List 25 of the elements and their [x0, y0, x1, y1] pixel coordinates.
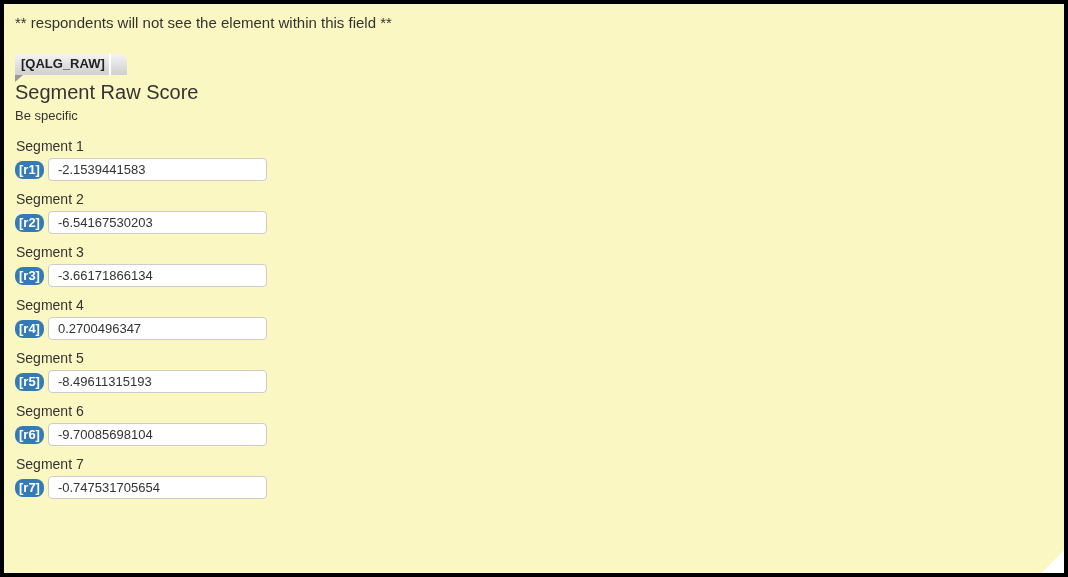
- row-code-badge: [r5]: [15, 372, 44, 391]
- row-code-badge: [r2]: [15, 213, 44, 232]
- row-label: Segment 1: [16, 137, 85, 155]
- input-field[interactable]: -3.66171866134: [47, 264, 267, 287]
- row-label: Segment 5: [16, 349, 85, 367]
- input-field[interactable]: 0.2700496347: [47, 317, 267, 340]
- row-code-badge: [r4]: [15, 319, 44, 338]
- row-label: Segment 6: [16, 402, 85, 420]
- row-code-badge: [r3]: [15, 266, 44, 285]
- row-code-badge: [r7]: [15, 478, 44, 497]
- question-title: Segment Raw Score: [15, 80, 200, 104]
- row-label: Segment 3: [16, 243, 85, 261]
- row-label: Segment 4: [16, 296, 85, 314]
- question-tag: [QALG_RAW]: [15, 54, 127, 82]
- input-field[interactable]: -8.49611315193: [47, 370, 267, 393]
- input-field[interactable]: -6.54167530203: [47, 211, 267, 234]
- hidden-field-note: ** respondents will not see the element within this field **: [15, 14, 393, 32]
- row-label: Segment 7: [16, 455, 85, 473]
- input-field[interactable]: -0.747531705654: [47, 476, 267, 499]
- input-field[interactable]: -9.70085698104: [47, 423, 267, 446]
- row-code-badge: [r6]: [15, 425, 44, 444]
- row-code-badge: [r1]: [15, 160, 44, 179]
- row-label: Segment 2: [16, 190, 85, 208]
- question-instruction: Be specific: [15, 108, 79, 124]
- input-field[interactable]: -2.1539441583: [47, 158, 267, 181]
